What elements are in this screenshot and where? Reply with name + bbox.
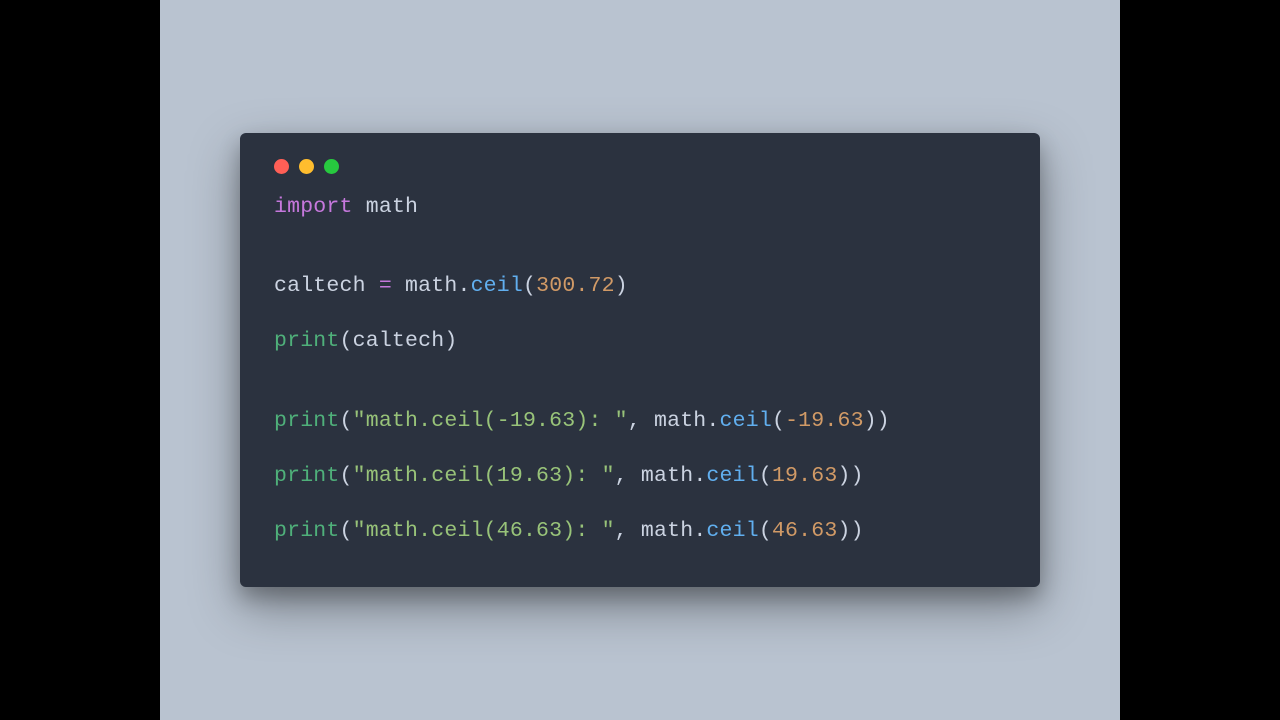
string-literal: "math.ceil(-19.63): " [353, 409, 628, 433]
method-ceil: ceil [706, 519, 758, 543]
num-literal: 46.63 [772, 519, 838, 543]
builtin-print: print [274, 409, 340, 433]
builtin-print: print [274, 329, 340, 353]
keyword-import: import [274, 195, 353, 219]
code-editor[interactable]: import math caltech = math.ceil(300.72) … [274, 192, 1006, 547]
minimize-icon[interactable] [299, 159, 314, 174]
method-ceil: ceil [706, 464, 758, 488]
num-literal: 19.63 [772, 464, 838, 488]
code-window: import math caltech = math.ceil(300.72) … [240, 133, 1040, 587]
stage-background: import math caltech = math.ceil(300.72) … [160, 0, 1120, 720]
method-ceil: ceil [720, 409, 772, 433]
num-literal: -19.63 [785, 409, 864, 433]
builtin-print: print [274, 519, 340, 543]
module-name: math [366, 195, 418, 219]
maximize-icon[interactable] [324, 159, 339, 174]
code-line-print-var: print(caltech) [274, 326, 1006, 357]
string-literal: "math.ceil(46.63): " [353, 519, 615, 543]
equals-op: = [379, 274, 392, 298]
method-ceil: ceil [471, 274, 523, 298]
code-line-print-1: print("math.ceil(19.63): ", math.ceil(19… [274, 461, 1006, 492]
obj-math: math [405, 274, 457, 298]
window-titlebar [274, 159, 1006, 192]
string-literal: "math.ceil(19.63): " [353, 464, 615, 488]
code-line-print-2: print("math.ceil(46.63): ", math.ceil(46… [274, 516, 1006, 547]
var-name: caltech [274, 274, 366, 298]
code-line-import: import math [274, 192, 1006, 223]
code-line-print-0: print("math.ceil(-19.63): ", math.ceil(-… [274, 406, 1006, 437]
builtin-print: print [274, 464, 340, 488]
close-icon[interactable] [274, 159, 289, 174]
print-arg: caltech [353, 329, 445, 353]
num-literal: 300.72 [536, 274, 615, 298]
code-line-assign: caltech = math.ceil(300.72) [274, 271, 1006, 302]
